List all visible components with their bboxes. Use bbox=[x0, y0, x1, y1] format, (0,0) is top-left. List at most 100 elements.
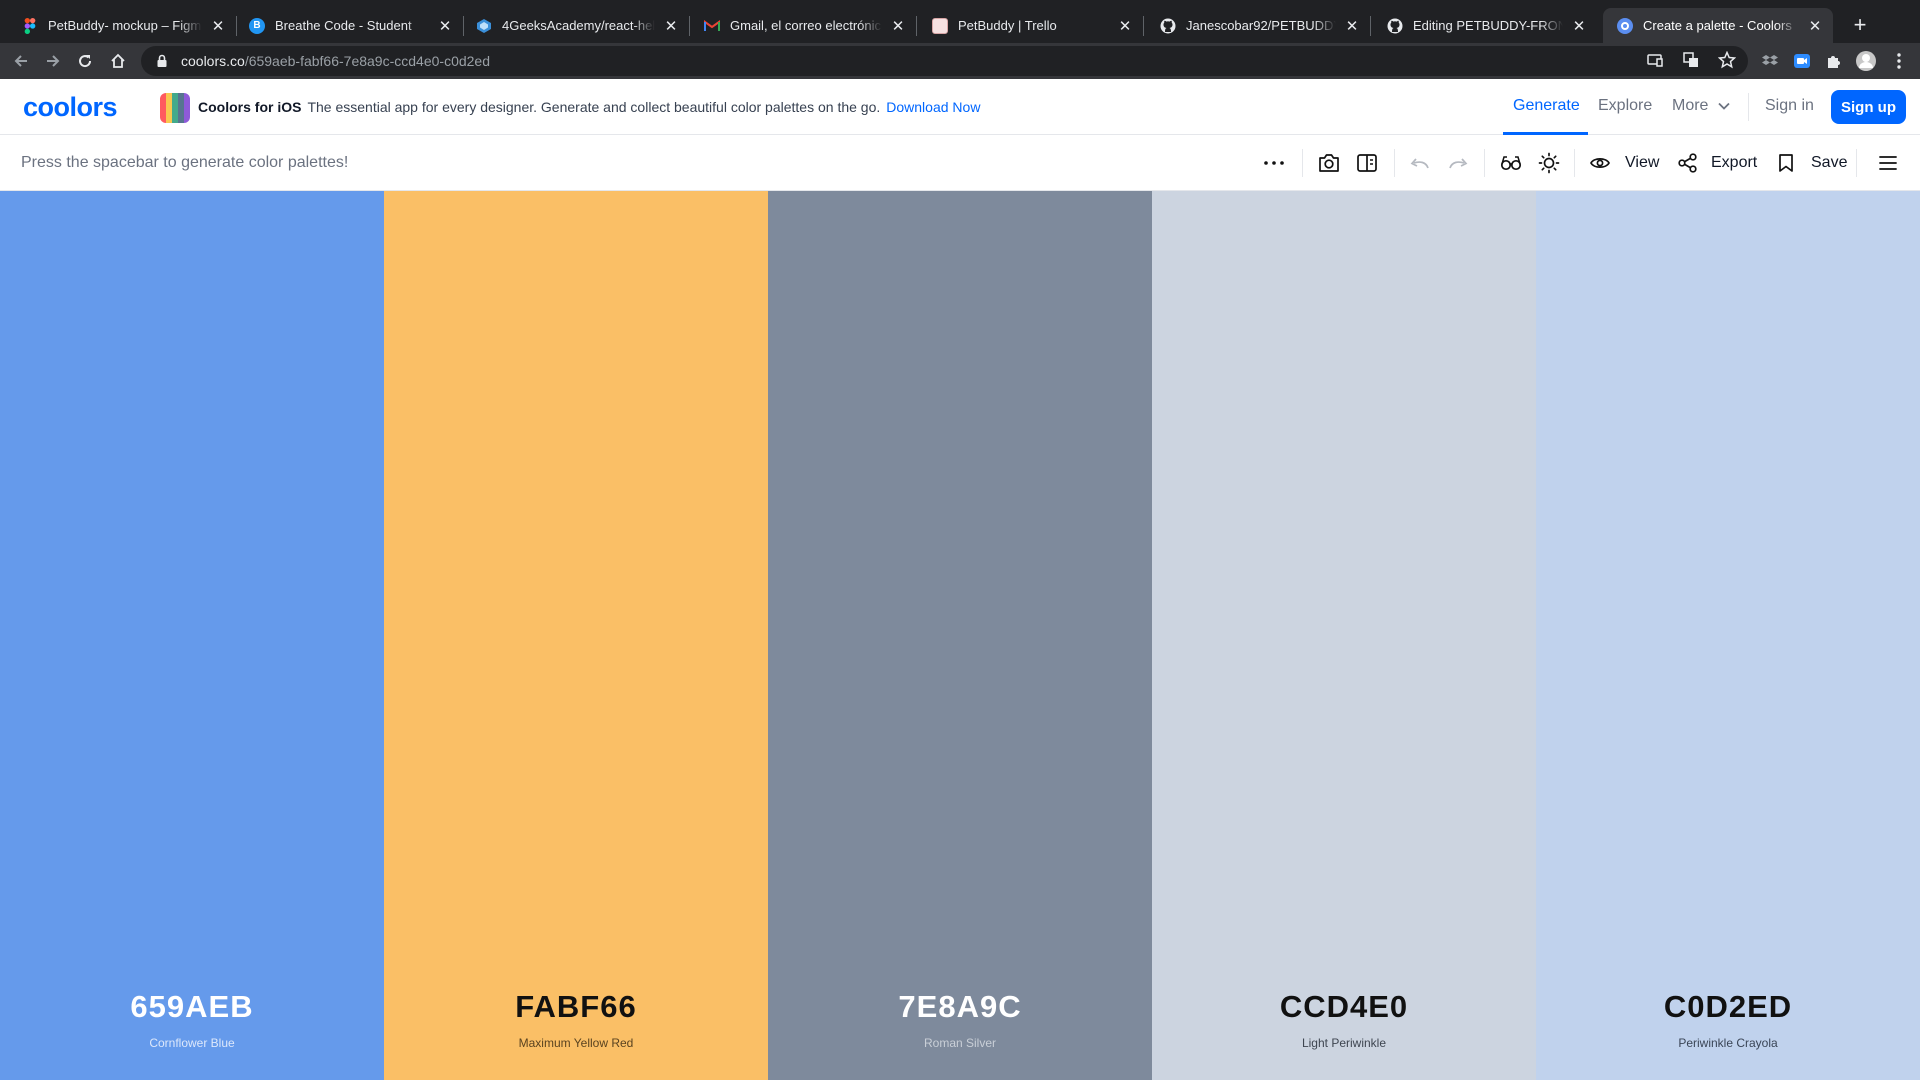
swatch-hex-code[interactable]: 659AEB bbox=[0, 989, 384, 1025]
toolbar-divider bbox=[1484, 149, 1485, 177]
forward-icon[interactable] bbox=[39, 47, 67, 75]
toolbar-divider bbox=[1302, 149, 1303, 177]
coolors-ios-app-icon bbox=[160, 93, 190, 123]
browser-tab[interactable]: Gmail, el correo electrónico de Google ✕ bbox=[690, 8, 916, 43]
color-blindness-glasses-icon[interactable] bbox=[1500, 149, 1522, 177]
swatch-hex-code[interactable]: 7E8A9C bbox=[768, 989, 1152, 1025]
view-button[interactable]: View bbox=[1590, 149, 1659, 177]
reload-icon[interactable] bbox=[71, 47, 99, 75]
color-swatch[interactable]: C0D2ED Periwinkle Crayola bbox=[1536, 191, 1920, 1080]
close-tab-icon[interactable]: ✕ bbox=[1344, 17, 1360, 35]
swatch-color-name: Periwinkle Crayola bbox=[1678, 1036, 1778, 1050]
logo-text: coolors bbox=[23, 94, 117, 120]
zoom-extension-icon[interactable] bbox=[1789, 48, 1815, 74]
dropbox-icon[interactable] bbox=[1757, 48, 1783, 74]
swatch-hex-code[interactable]: C0D2ED bbox=[1536, 989, 1920, 1025]
trello-icon bbox=[932, 17, 948, 34]
color-palette: 659AEB Cornflower Blue FABF66 Maximum Ye… bbox=[0, 191, 1920, 1080]
more-options-icon[interactable] bbox=[1264, 149, 1284, 177]
address-bar[interactable]: coolors.co/659aeb-fabf66-7e8a9c-ccd4e0-c… bbox=[141, 46, 1748, 76]
share-icon bbox=[1678, 153, 1697, 173]
translate-icon[interactable] bbox=[1682, 51, 1700, 74]
view-label: View bbox=[1625, 154, 1660, 171]
undo-icon[interactable] bbox=[1410, 149, 1430, 177]
nav-more-label: More bbox=[1672, 97, 1709, 114]
coolors-icon bbox=[1617, 17, 1633, 34]
save-label: Save bbox=[1811, 154, 1848, 171]
save-button[interactable]: Save bbox=[1778, 149, 1847, 177]
spacebar-hint: Press the spacebar to generate color pal… bbox=[21, 154, 349, 171]
download-now-link[interactable]: Download Now bbox=[886, 99, 980, 115]
url-host: coolors.co bbox=[181, 53, 245, 69]
color-swatch[interactable]: 659AEB Cornflower Blue bbox=[0, 191, 384, 1080]
brightness-sun-icon[interactable] bbox=[1538, 149, 1560, 177]
promo-title: Coolors for iOS bbox=[198, 99, 302, 115]
4geeks-icon bbox=[476, 18, 492, 34]
browser-tab[interactable]: PetBuddy | Trello ✕ bbox=[917, 8, 1143, 43]
tab-title: Editing PETBUDDY-FRONTEND bbox=[1413, 18, 1563, 33]
bookmark-star-icon[interactable] bbox=[1717, 50, 1737, 74]
redo-icon[interactable] bbox=[1448, 149, 1468, 177]
browser-tab[interactable]: Editing PETBUDDY-FRONTEND ✕ bbox=[1371, 8, 1597, 43]
browser-menu-icon[interactable] bbox=[1886, 48, 1912, 74]
nav-generate[interactable]: Generate bbox=[1513, 97, 1580, 115]
color-swatch[interactable]: 7E8A9C Roman Silver bbox=[768, 191, 1152, 1080]
color-swatch[interactable]: CCD4E0 Light Periwinkle bbox=[1152, 191, 1536, 1080]
back-icon[interactable] bbox=[7, 47, 35, 75]
bookmark-icon bbox=[1779, 154, 1793, 172]
close-tab-icon[interactable]: ✕ bbox=[210, 17, 226, 35]
toolbar-divider bbox=[1856, 149, 1857, 177]
browser-tab[interactable]: PetBuddy- mockup – Figma ✕ bbox=[0, 8, 236, 43]
ios-promo-banner: Coolors for iOS The essential app for eve… bbox=[198, 99, 980, 115]
export-button[interactable]: Export bbox=[1678, 149, 1757, 177]
profile-avatar-icon[interactable] bbox=[1853, 48, 1879, 74]
adjust-palette-icon[interactable] bbox=[1356, 149, 1378, 177]
color-swatch[interactable]: FABF66 Maximum Yellow Red bbox=[384, 191, 768, 1080]
tab-title: PetBuddy | Trello bbox=[958, 18, 1057, 33]
browser-tab[interactable]: Janescobar92/PETBUDDY-BACKEND ✕ bbox=[1144, 8, 1370, 43]
nav-more[interactable]: More bbox=[1672, 97, 1731, 115]
cast-icon[interactable] bbox=[1646, 51, 1664, 74]
camera-icon[interactable] bbox=[1318, 149, 1340, 177]
export-label: Export bbox=[1711, 154, 1758, 171]
close-tab-icon[interactable]: ✕ bbox=[1571, 17, 1587, 35]
coolors-logo[interactable]: coolors bbox=[23, 94, 135, 120]
extensions-puzzle-icon[interactable] bbox=[1821, 48, 1847, 74]
toolbar-divider bbox=[1574, 149, 1575, 177]
swatch-color-name: Light Periwinkle bbox=[1301, 1036, 1387, 1050]
browser-toolbar: coolors.co/659aeb-fabf66-7e8a9c-ccd4e0-c… bbox=[0, 43, 1920, 79]
chevron-down-icon bbox=[1718, 102, 1731, 110]
tab-title: 4GeeksAcademy/react-hello bbox=[502, 18, 655, 33]
tab-title: Janescobar92/PETBUDDY-BACKEND bbox=[1186, 18, 1336, 33]
nav-explore[interactable]: Explore bbox=[1598, 97, 1652, 115]
close-tab-icon[interactable]: ✕ bbox=[663, 17, 679, 35]
breathecode-icon: B bbox=[249, 17, 265, 34]
close-tab-icon[interactable]: ✕ bbox=[1117, 17, 1133, 35]
close-tab-icon[interactable]: ✕ bbox=[1807, 17, 1823, 35]
sign-in-link[interactable]: Sign in bbox=[1765, 97, 1814, 115]
swatch-color-name: Roman Silver bbox=[923, 1036, 997, 1050]
github-icon bbox=[1387, 18, 1403, 34]
figma-icon bbox=[22, 17, 38, 34]
site-header: coolors Coolors for iOS The essential app… bbox=[0, 79, 1920, 135]
swatch-hex-code[interactable]: CCD4E0 bbox=[1152, 989, 1536, 1025]
browser-tab[interactable]: B Breathe Code - Student ✕ bbox=[237, 8, 463, 43]
browser-tab[interactable]: 4GeeksAcademy/react-hello ✕ bbox=[464, 8, 689, 43]
swatch-hex-code[interactable]: FABF66 bbox=[384, 989, 768, 1025]
new-tab-button[interactable]: + bbox=[1846, 12, 1874, 40]
hamburger-menu-icon[interactable] bbox=[1879, 149, 1897, 177]
close-tab-icon[interactable]: ✕ bbox=[437, 17, 453, 35]
tab-title: PetBuddy- mockup – Figma bbox=[48, 18, 202, 33]
swatch-color-name: Cornflower Blue bbox=[149, 1036, 235, 1050]
tab-title: Breathe Code - Student bbox=[275, 18, 412, 33]
promo-text: The essential app for every designer. Ge… bbox=[307, 99, 881, 115]
swatch-color-name: Maximum Yellow Red bbox=[518, 1036, 634, 1050]
lock-icon bbox=[157, 54, 167, 67]
browser-tab-active[interactable]: Create a palette - Coolors ✕ bbox=[1603, 8, 1833, 43]
toolbar-divider bbox=[1394, 149, 1395, 177]
tab-title: Create a palette - Coolors bbox=[1643, 18, 1792, 33]
close-tab-icon[interactable]: ✕ bbox=[890, 17, 906, 35]
sign-up-button[interactable]: Sign up bbox=[1831, 90, 1906, 124]
nav-divider bbox=[1748, 93, 1749, 121]
home-icon[interactable] bbox=[104, 47, 132, 75]
